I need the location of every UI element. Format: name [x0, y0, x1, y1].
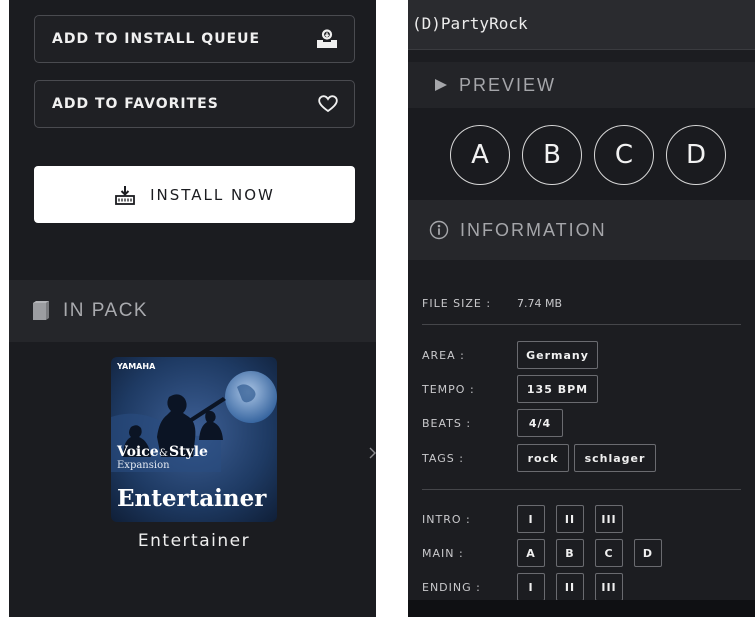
preview-button-b[interactable]: B: [522, 125, 582, 185]
intro-label: INTRO :: [422, 513, 471, 526]
preview-buttons-row: A B C D: [408, 108, 755, 200]
add-to-favorites-label: ADD TO FAVORITES: [52, 96, 219, 112]
main-chip: B: [556, 539, 584, 567]
intro-chip: I: [517, 505, 545, 533]
pack-cover-brand: YAMAHA: [116, 362, 156, 371]
main-chip: D: [634, 539, 662, 567]
add-to-install-queue-button[interactable]: ADD TO INSTALL QUEUE: [34, 15, 355, 63]
information-body: FILE SIZE : 7.74 MB AREA : Germany TEMPO…: [408, 260, 755, 601]
pack-name: Entertainer: [137, 531, 251, 551]
info-icon: [429, 220, 449, 240]
preview-button-d[interactable]: D: [666, 125, 726, 185]
pack-cover-style: Style: [169, 444, 208, 460]
pack-detail-panel: ADD TO INSTALL QUEUE ADD TO FAVORITES IN…: [9, 0, 376, 617]
main-label: MAIN :: [422, 547, 464, 560]
pack-cover-title: Entertainer: [117, 485, 267, 512]
play-icon: [435, 79, 447, 91]
main-chip: A: [517, 539, 545, 567]
preview-label: PREVIEW: [459, 74, 557, 95]
tag-chip[interactable]: rock: [517, 444, 569, 472]
intro-chip: II: [556, 505, 584, 533]
main-chip: C: [595, 539, 623, 567]
pack-book-icon: [33, 301, 49, 320]
add-to-install-queue-label: ADD TO INSTALL QUEUE: [52, 31, 261, 47]
preview-section-header: PREVIEW: [408, 62, 755, 108]
ending-chip: III: [595, 573, 623, 601]
preview-button-c[interactable]: C: [594, 125, 654, 185]
ending-chip: I: [517, 573, 545, 601]
heart-icon: [318, 95, 338, 113]
area-label: AREA :: [422, 349, 465, 362]
file-size-label: FILE SIZE :: [422, 297, 492, 310]
pack-cover-card[interactable]: YAMAHA Voice & Style Expansion Entertain…: [111, 357, 277, 522]
beats-chip: 4/4: [517, 409, 563, 437]
file-size-value: 7.74 MB: [517, 297, 563, 310]
tempo-label: TEMPO :: [422, 383, 475, 396]
pack-cover-art: YAMAHA Voice & Style Expansion Entertain…: [111, 357, 277, 522]
pack-cover-amp: &: [159, 448, 168, 459]
beats-label: BEATS :: [422, 417, 472, 430]
tempo-chip: 135 BPM: [517, 375, 598, 403]
tags-label: TAGS :: [422, 452, 464, 465]
chevron-right-icon[interactable]: [368, 443, 376, 463]
style-title: (D)PartyRock: [412, 14, 528, 33]
pack-cover-voice: Voice: [116, 444, 159, 460]
intro-chip: III: [595, 505, 623, 533]
install-now-button[interactable]: INSTALL NOW: [34, 166, 355, 223]
information-label: INFORMATION: [460, 219, 607, 240]
ending-chip: II: [556, 573, 584, 601]
ending-label: ENDING :: [422, 581, 481, 594]
preview-button-a[interactable]: A: [450, 125, 510, 185]
in-pack-section-header: IN PACK: [9, 280, 376, 342]
style-detail-panel: (D)PartyRock PREVIEW A B C D INFORMATION…: [408, 0, 755, 617]
in-pack-label: IN PACK: [63, 300, 149, 321]
divider: [422, 324, 741, 325]
divider: [422, 489, 741, 490]
install-queue-icon: [317, 29, 337, 48]
install-download-icon: [115, 185, 136, 205]
bottom-bar: [408, 600, 755, 617]
add-to-favorites-button[interactable]: ADD TO FAVORITES: [34, 80, 355, 128]
pack-cover-expansion: Expansion: [117, 460, 170, 471]
information-section-header: INFORMATION: [408, 200, 755, 260]
style-title-bar: (D)PartyRock: [408, 0, 755, 50]
area-chip: Germany: [517, 341, 598, 369]
install-now-label: INSTALL NOW: [150, 185, 275, 204]
tag-chip[interactable]: schlager: [574, 444, 656, 472]
